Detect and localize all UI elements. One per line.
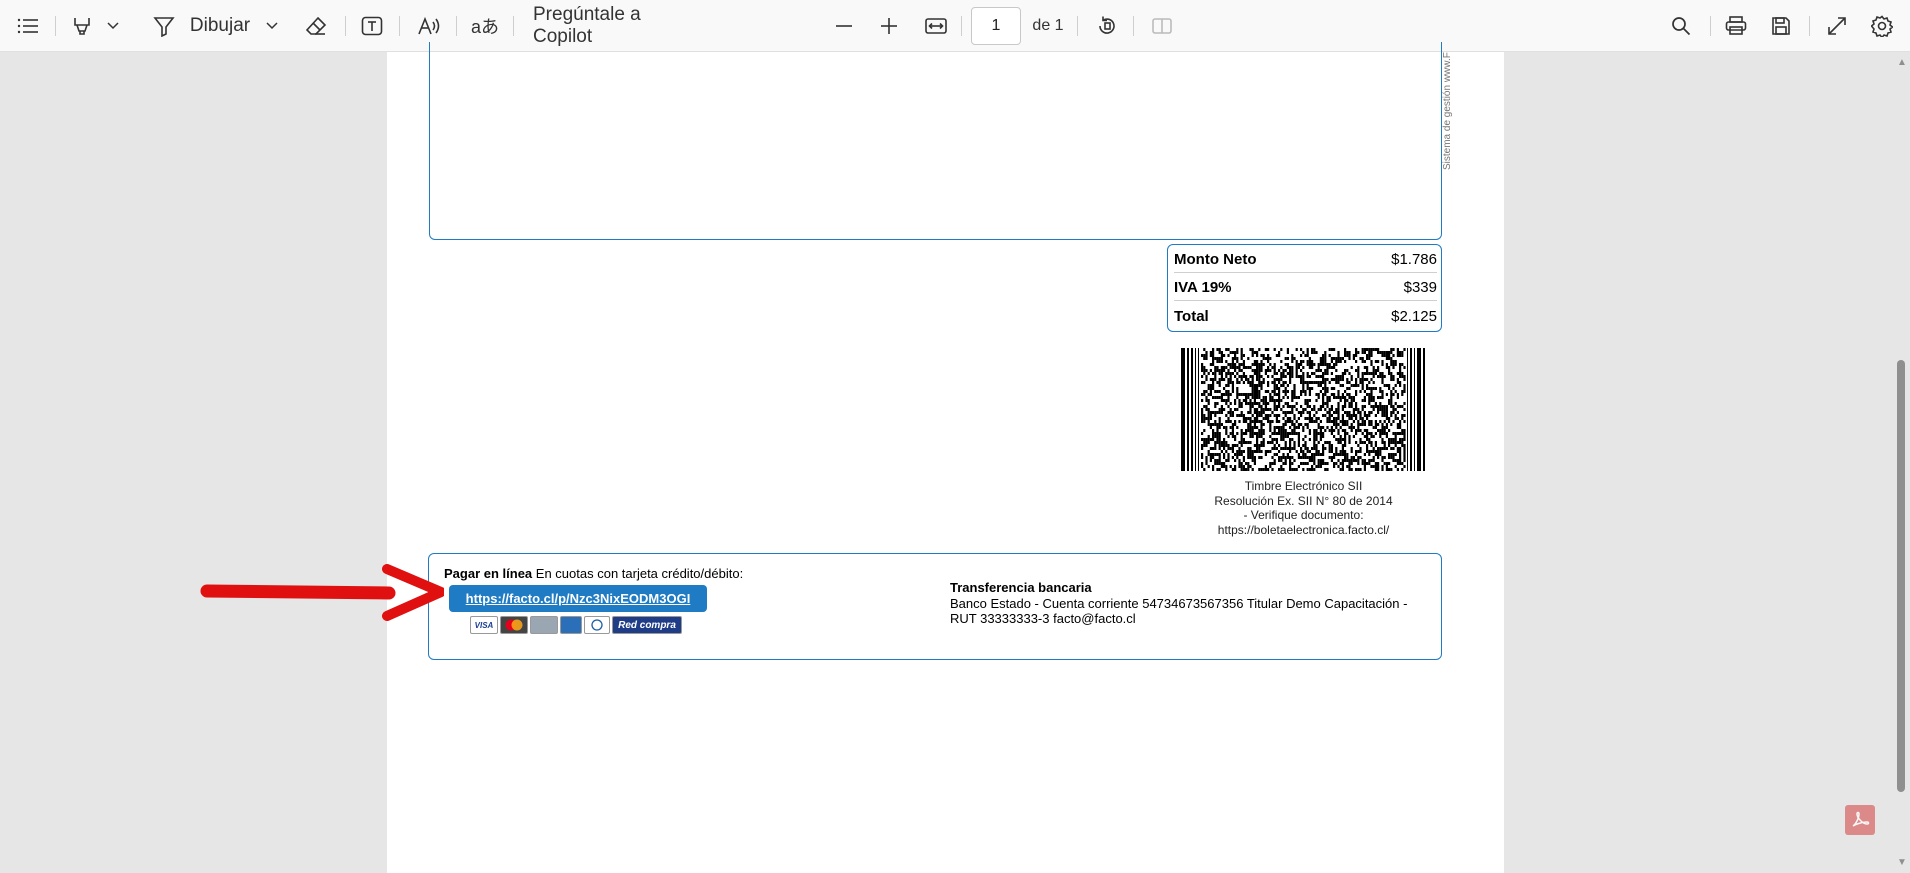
details-box: [429, 42, 1442, 240]
timbre-line: Timbre Electrónico SII: [1244, 479, 1363, 493]
payment-title-rest: En cuotas con tarjeta crédito/débito:: [535, 566, 744, 581]
redcompra-logo: Red compra: [612, 616, 682, 634]
totals-table: Monto Neto $1.786 IVA 19% $339 Total $2.…: [1167, 244, 1442, 332]
mastercard-logo: [500, 616, 528, 634]
payment-title: Pagar en línea En cuotas con tarjeta cré…: [444, 566, 743, 581]
pdf417-barcode: [1181, 348, 1425, 471]
save-icon[interactable]: [1767, 0, 1795, 52]
page-number-input[interactable]: 1: [971, 7, 1021, 45]
chevron-down-icon[interactable]: [263, 0, 281, 52]
scroll-up-arrow-icon[interactable]: ▲: [1897, 58, 1907, 68]
timbre-link[interactable]: https://boletaelectronica.facto.cl/: [1155, 523, 1452, 538]
search-icon[interactable]: [1667, 0, 1695, 52]
diners-logo: [584, 616, 610, 634]
acrobat-icon[interactable]: [1845, 805, 1875, 835]
timbre-line: Resolución Ex. SII N° 80 de 2014: [1214, 493, 1393, 508]
totals-row: Total $2.125: [1174, 302, 1437, 330]
draw-button[interactable]: Dibujar: [190, 0, 250, 52]
card-logos: VISA Red compra: [470, 616, 682, 634]
totals-value: $339: [1403, 278, 1437, 296]
contents-list-icon[interactable]: [14, 0, 42, 52]
totals-label: Monto Neto: [1174, 250, 1257, 268]
chevron-down-icon[interactable]: [104, 0, 122, 52]
transfer-line: Banco Estado - Cuenta corriente 54734673…: [950, 595, 1408, 611]
text-box-icon[interactable]: [358, 0, 386, 52]
totals-label: Total: [1174, 307, 1209, 325]
settings-gear-icon[interactable]: [1868, 0, 1896, 52]
timbre-line: - Verifique documento:: [1243, 508, 1364, 522]
transfer-title: Transferencia bancaria: [950, 580, 1092, 595]
payment-link-button[interactable]: https://facto.cl/p/Nzc3NixEODM3OGI: [449, 585, 707, 612]
highlight-icon[interactable]: [68, 0, 96, 52]
side-vertical-text: Sistema de gestión www.F: [1442, 52, 1453, 170]
eraser-icon[interactable]: [302, 0, 330, 52]
expand-icon[interactable]: [1823, 0, 1851, 52]
totals-row: Monto Neto $1.786: [1174, 245, 1437, 273]
transfer-line: RUT 33333333-3 facto@facto.cl: [950, 611, 1136, 626]
totals-row: IVA 19% $339: [1174, 273, 1437, 301]
draw-icon[interactable]: [150, 0, 178, 52]
scrollbar-thumb[interactable]: [1897, 360, 1905, 792]
magna-logo: [530, 616, 558, 634]
scroll-down-arrow-icon[interactable]: ▼: [1897, 858, 1907, 868]
totals-value: $1.786: [1391, 250, 1437, 268]
timbre-text: Timbre Electrónico SII Resolución Ex. SI…: [1155, 479, 1452, 537]
draw-label: Dibujar: [189, 15, 251, 36]
red-arrow-annotation: [200, 564, 444, 621]
totals-value: $2.125: [1391, 307, 1437, 325]
bank-transfer-info: Transferencia bancaria Banco Estado - Cu…: [950, 580, 1430, 627]
print-icon[interactable]: [1722, 0, 1750, 52]
payment-title-bold: Pagar en línea: [444, 566, 533, 581]
visa-logo: VISA: [470, 616, 498, 634]
amex-logo: [560, 616, 582, 634]
totals-label: IVA 19%: [1174, 278, 1232, 296]
